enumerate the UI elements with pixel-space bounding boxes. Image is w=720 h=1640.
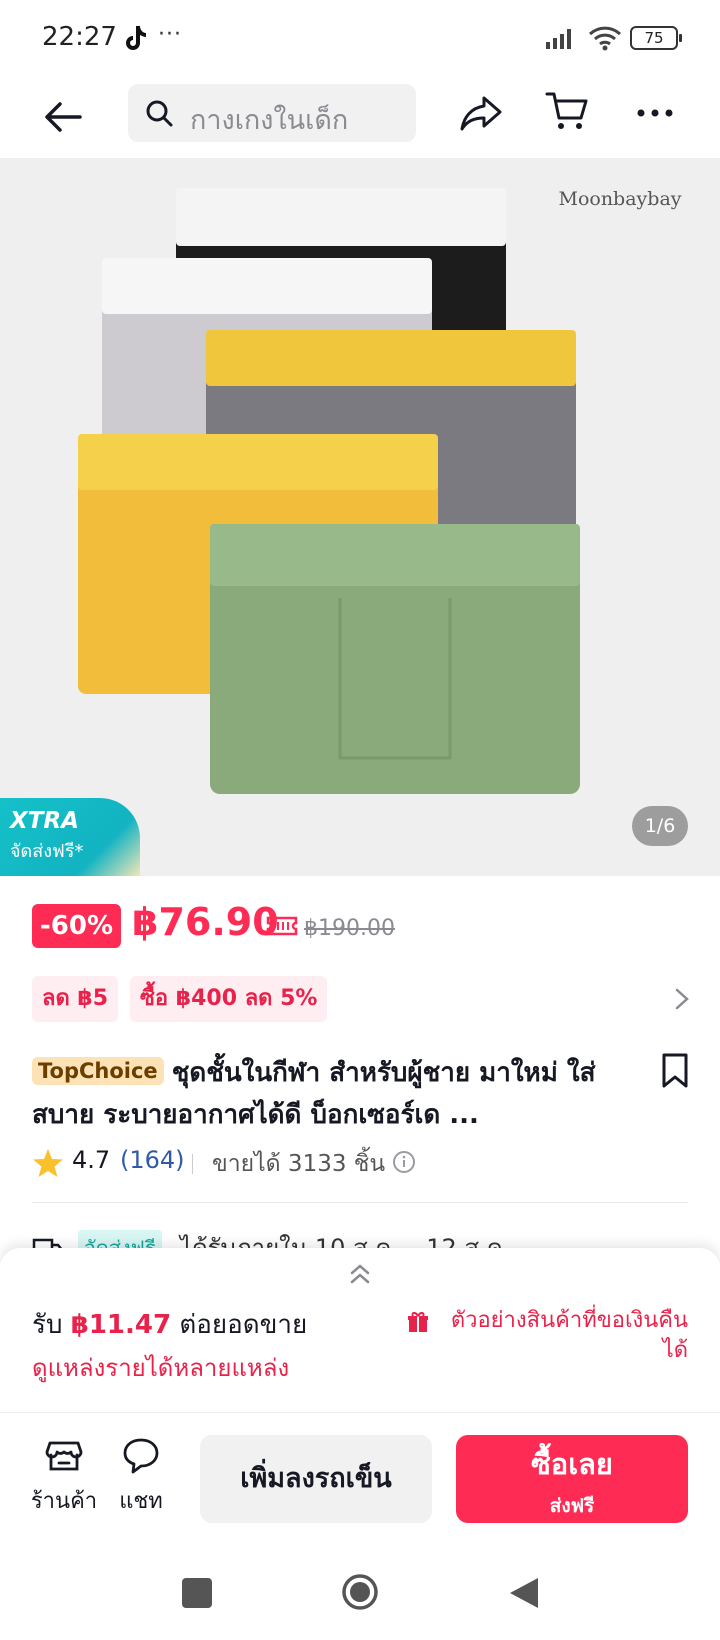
notification-dots: ··· bbox=[158, 22, 182, 47]
rating-score: 4.7 bbox=[72, 1146, 111, 1174]
gift-icon bbox=[408, 1312, 428, 1332]
wifi-icon bbox=[588, 26, 622, 51]
back-arrow-icon[interactable] bbox=[38, 92, 88, 142]
discount-badge: -60% bbox=[32, 904, 122, 948]
buy-now-button[interactable]: ซื้อเลย ส่งฟรี bbox=[456, 1435, 688, 1523]
sample-refund-link[interactable]: ตัวอย่างสินค้าที่ขอเงินคืนได้ bbox=[436, 1306, 688, 1366]
rating-row[interactable]: 4.7 (164) ขายได้ 3133 ชิ้น bbox=[32, 1144, 682, 1180]
xtra-free-shipping-badge: XTRA จัดส่งฟรี* bbox=[0, 798, 140, 876]
xtra-subtitle: จัดส่งฟรี* bbox=[10, 841, 84, 862]
add-to-cart-button[interactable]: เพิ่มลงรถเข็น bbox=[200, 1435, 432, 1523]
buy-now-label: ซื้อเลย bbox=[531, 1447, 613, 1481]
original-price: ฿190.00 bbox=[304, 916, 395, 941]
more-options-icon[interactable] bbox=[632, 90, 678, 136]
search-icon bbox=[146, 100, 173, 127]
section-divider bbox=[32, 1202, 688, 1203]
earn-suffix: ต่อยอดขาย bbox=[171, 1310, 308, 1340]
info-icon[interactable] bbox=[392, 1150, 416, 1174]
divider bbox=[192, 1154, 193, 1174]
xtra-title: XTRA bbox=[10, 808, 79, 834]
earnings-line: รับ ฿11.47 ต่อยอดขาย bbox=[32, 1304, 307, 1345]
earn-prefix: รับ bbox=[32, 1310, 71, 1340]
product-photo bbox=[78, 188, 580, 794]
share-icon[interactable] bbox=[458, 90, 504, 136]
star-icon bbox=[33, 1149, 63, 1177]
sold-count: ขายได้ 3133 ชิ้น bbox=[212, 1151, 386, 1177]
home-icon[interactable] bbox=[340, 1572, 380, 1612]
chat-bubble-icon bbox=[123, 1438, 159, 1474]
bottom-action-bar: ร้านค้า แชท เพิ่มลงรถเข็น ซื้อเลย ส่งฟรี bbox=[0, 1412, 720, 1532]
status-bar: 22:27 ··· 75 bbox=[0, 0, 720, 78]
chevron-double-up-icon[interactable] bbox=[346, 1260, 374, 1288]
chevron-right-icon[interactable] bbox=[672, 986, 692, 1012]
top-navigation: กางเกงในเด็ก bbox=[0, 78, 720, 158]
search-placeholder: กางเกงในเด็ก bbox=[190, 105, 349, 136]
brand-watermark: Moonbaybay bbox=[558, 188, 682, 210]
buy-now-sublabel: ส่งฟรี bbox=[549, 1495, 595, 1517]
cart-icon[interactable] bbox=[544, 88, 590, 134]
tiktok-icon bbox=[126, 26, 146, 50]
current-price: ฿76.90 bbox=[132, 900, 279, 944]
search-input[interactable]: กางเกงในเด็ก bbox=[128, 84, 416, 142]
product-image-carousel[interactable]: Moonbaybay XTRA จัดส่งฟรี* 1/6 bbox=[0, 158, 720, 876]
promo-tag[interactable]: ซื้อ ฿400 ลด 5% bbox=[130, 976, 328, 1022]
topchoice-badge: TopChoice bbox=[32, 1057, 164, 1085]
affiliate-earnings-sheet: รับ ฿11.47 ต่อยอดขาย ดูแหล่งรายได้หลายแห… bbox=[0, 1248, 720, 1412]
shop-label: ร้านค้า bbox=[30, 1489, 98, 1514]
promo-tag[interactable]: ลด ฿5 bbox=[32, 976, 119, 1022]
earn-amount: ฿11.47 bbox=[70, 1310, 172, 1340]
image-counter: 1/6 bbox=[632, 806, 688, 846]
system-back-icon[interactable] bbox=[506, 1574, 542, 1612]
recent-apps-icon[interactable] bbox=[182, 1578, 212, 1608]
clock: 22:27 bbox=[42, 22, 117, 52]
income-sources-link[interactable]: ดูแหล่งรายได้หลายแหล่ง bbox=[32, 1348, 289, 1387]
review-count[interactable]: (164) bbox=[120, 1146, 185, 1174]
system-navigation-bar bbox=[0, 1532, 720, 1640]
chat-button[interactable]: แชท bbox=[108, 1435, 174, 1515]
bookmark-icon[interactable] bbox=[660, 1052, 690, 1090]
chat-label: แชท bbox=[119, 1489, 163, 1514]
product-title: TopChoice ชุดชั้นในกีฬา สำหรับผู้ชาย มาให… bbox=[32, 1052, 632, 1136]
battery-indicator: 75 bbox=[630, 26, 682, 50]
shop-button[interactable]: ร้านค้า bbox=[28, 1435, 100, 1515]
store-icon bbox=[45, 1441, 83, 1471]
signal-icon bbox=[546, 29, 571, 49]
voucher-icon bbox=[266, 916, 298, 936]
